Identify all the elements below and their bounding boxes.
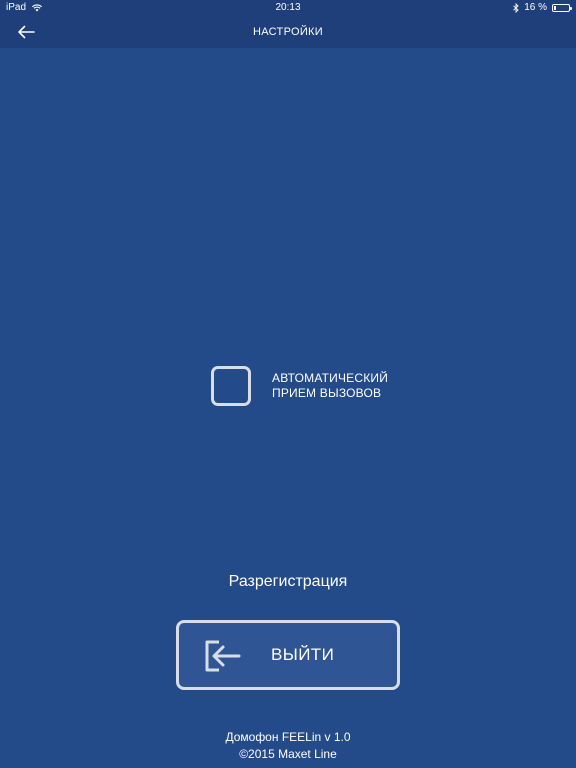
logout-button[interactable]: ВЫЙТИ bbox=[176, 620, 400, 690]
app-version: Домофон FEELin v 1.0 bbox=[225, 730, 351, 744]
status-time: 20:13 bbox=[275, 2, 301, 13]
deregistration-title: Разрегистрация bbox=[228, 573, 348, 590]
battery-icon bbox=[552, 4, 572, 12]
auto-answer-label: АВТОМАТИЧЕСКИЙ ПРИЕМ ВЫЗОВОВ bbox=[272, 371, 388, 401]
auto-answer-checkbox[interactable] bbox=[211, 366, 251, 406]
battery-fill bbox=[554, 6, 556, 10]
logout-button-label: ВЫЙТИ bbox=[271, 645, 335, 664]
page-title: НАСТРОЙКИ bbox=[253, 26, 323, 38]
auto-answer-label-line2: ПРИЕМ ВЫЗОВОВ bbox=[272, 386, 382, 400]
bluetooth-icon bbox=[513, 3, 519, 13]
copyright: ©2015 Maxet Line bbox=[239, 747, 337, 761]
auto-answer-label-line1: АВТОМАТИЧЕСКИЙ bbox=[272, 371, 389, 385]
status-bar: iPad 20:13 16 % bbox=[0, 0, 576, 16]
logout-icon bbox=[205, 640, 241, 672]
battery-percent: 16 % bbox=[524, 2, 547, 13]
nav-bar: НАСТРОЙКИ bbox=[0, 16, 576, 48]
footer: Домофон FEELin v 1.0 ©2015 Maxet Line bbox=[0, 729, 576, 763]
settings-screen: iPad 20:13 16 % НАСТРОЙКИ АВТОМАТИЧЕСКИЙ… bbox=[0, 0, 576, 768]
status-right: 16 % bbox=[513, 0, 572, 16]
auto-answer-toggle[interactable]: АВТОМАТИЧЕСКИЙ ПРИЕМ ВЫЗОВОВ bbox=[211, 366, 388, 406]
